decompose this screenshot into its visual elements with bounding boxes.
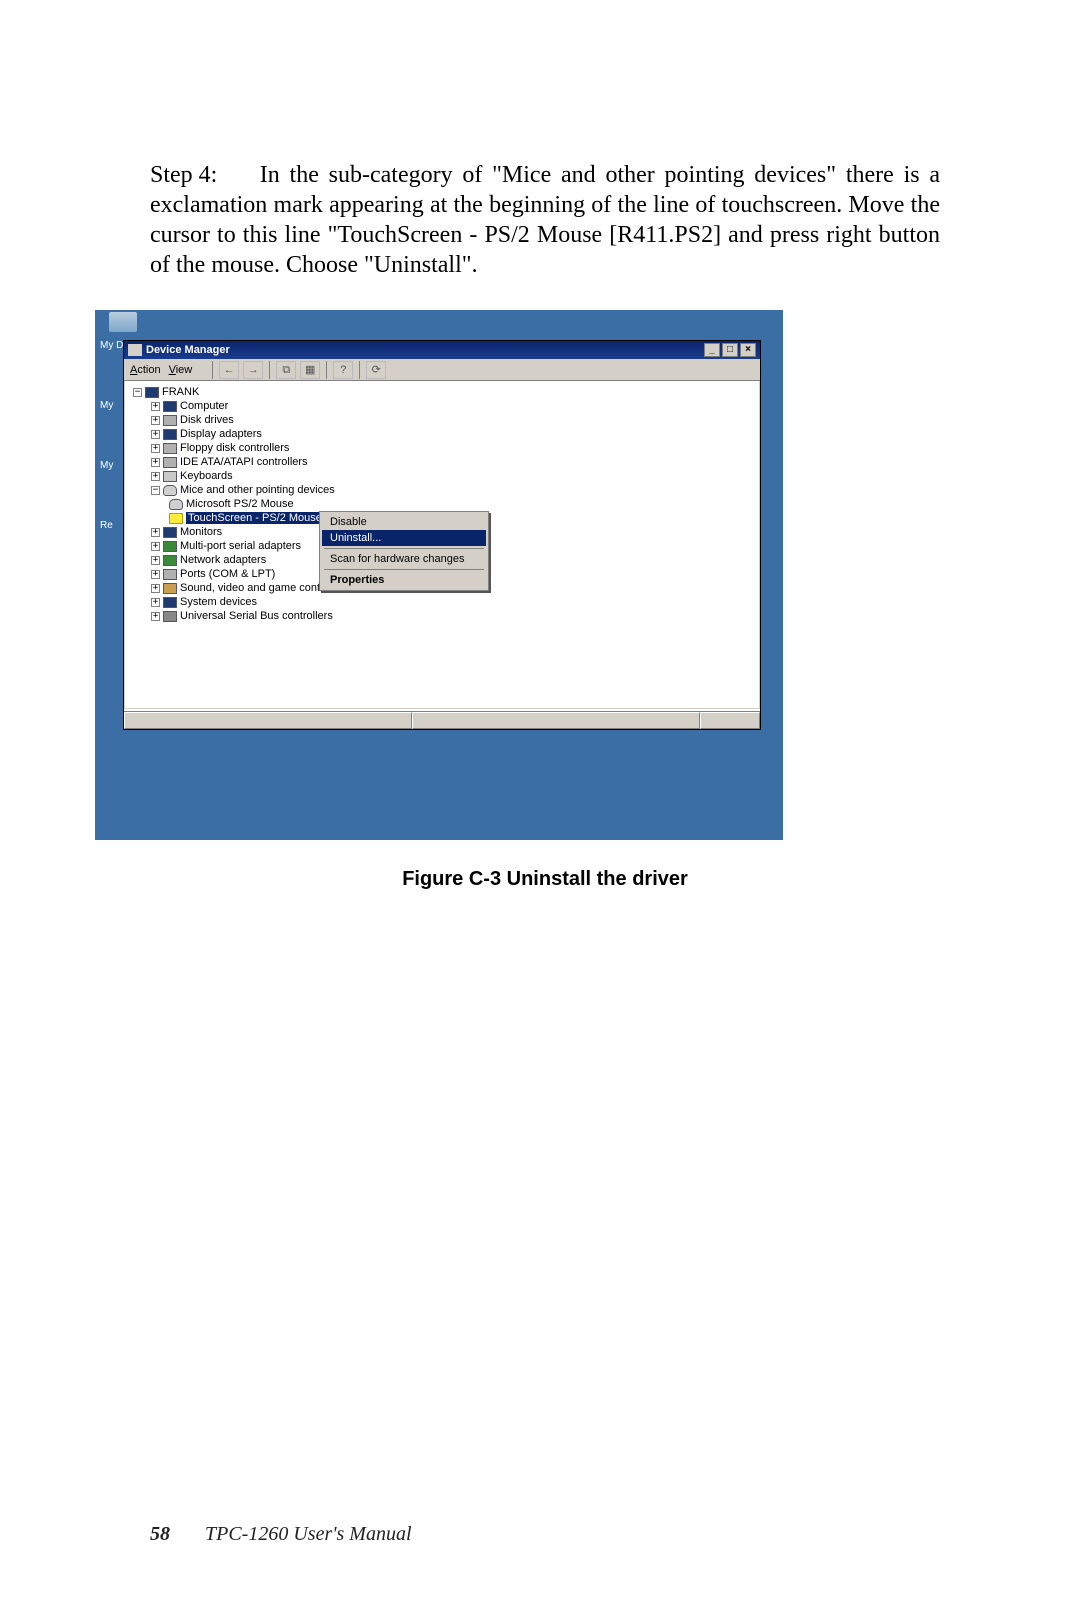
expand-toggle[interactable]: + (151, 584, 160, 593)
expand-toggle[interactable]: + (151, 430, 160, 439)
network-icon (163, 555, 177, 566)
menubar: Action View ← → ⧉ ▦ ? ⟳ (124, 359, 760, 381)
serial-icon (163, 541, 177, 552)
device-tree[interactable]: − FRANK + Computer + Disk drives + Display … (124, 381, 760, 709)
context-separator (324, 569, 484, 570)
computer-icon (163, 401, 177, 412)
warning-icon (169, 513, 183, 524)
ports-icon (163, 569, 177, 580)
usb-icon (163, 611, 177, 622)
tree-root[interactable]: − FRANK (133, 385, 753, 399)
desktop-system-icon (109, 312, 137, 332)
tree-label: Disk drives (180, 414, 234, 426)
tree-label: Monitors (180, 526, 222, 538)
keyboard-icon (163, 471, 177, 482)
tree-node[interactable]: + IDE ATA/ATAPI controllers (133, 455, 753, 469)
tree-label: IDE ATA/ATAPI controllers (180, 456, 308, 468)
tree-label: Computer (180, 400, 228, 412)
monitor-icon (163, 527, 177, 538)
menu-view[interactable]: View (169, 364, 193, 376)
screenshot: My D My My Re Device Manager _ □ × Actio… (95, 310, 783, 840)
context-menu: Disable Uninstall... Scan for hardware c… (319, 511, 489, 591)
tree-node[interactable]: + System devices (133, 595, 753, 609)
status-cell (124, 712, 412, 729)
context-item-uninstall[interactable]: Uninstall... (322, 530, 486, 546)
mouse-icon (163, 485, 177, 496)
tree-label: Keyboards (180, 470, 233, 482)
collapse-toggle[interactable]: − (133, 388, 142, 397)
page-footer: 58 TPC-1260 User's Manual (150, 1523, 412, 1546)
floppy-icon (163, 443, 177, 454)
prop-button[interactable]: ⧉ (276, 361, 296, 379)
tree-node[interactable]: + Disk drives (133, 413, 753, 427)
step-body: In the sub-category of "Mice and other p… (150, 162, 940, 278)
tree-root-label: FRANK (162, 386, 199, 398)
tree-label: Display adapters (180, 428, 262, 440)
tree-node[interactable]: + Display adapters (133, 427, 753, 441)
back-button[interactable]: ← (219, 361, 239, 379)
context-item-scan[interactable]: Scan for hardware changes (322, 551, 486, 567)
forward-button[interactable]: → (243, 361, 263, 379)
minimize-button[interactable]: _ (704, 343, 720, 357)
context-item-properties[interactable]: Properties (322, 572, 486, 588)
tree-node[interactable]: + Floppy disk controllers (133, 441, 753, 455)
context-item-disable[interactable]: Disable (322, 514, 486, 530)
device-manager-window: Device Manager _ □ × Action View ← → ⧉ ▦… (123, 340, 761, 730)
system-icon (163, 597, 177, 608)
maximize-button[interactable]: □ (722, 343, 738, 357)
refresh-button[interactable]: ⟳ (366, 361, 386, 379)
disk-icon (163, 415, 177, 426)
computer-icon (145, 387, 159, 398)
collapse-toggle[interactable]: − (151, 486, 160, 495)
statusbar (124, 711, 760, 729)
expand-toggle[interactable]: + (151, 402, 160, 411)
expand-toggle[interactable]: + (151, 416, 160, 425)
tree-node[interactable]: + Computer (133, 399, 753, 413)
help-button[interactable]: ? (333, 361, 353, 379)
menu-action[interactable]: Action (130, 364, 161, 376)
expand-toggle[interactable]: + (151, 556, 160, 565)
tree-label: Network adapters (180, 554, 266, 566)
toolbar: ← → ⧉ ▦ ? ⟳ (210, 361, 386, 379)
window-icon (128, 344, 142, 356)
tree-node[interactable]: + Universal Serial Bus controllers (133, 609, 753, 623)
close-button[interactable]: × (740, 343, 756, 357)
status-cell (412, 712, 700, 729)
tree-label: Multi-port serial adapters (180, 540, 301, 552)
tree-label: Floppy disk controllers (180, 442, 289, 454)
tree-label: Sound, video and game contro (180, 582, 330, 594)
step-paragraph: Step 4: In the sub-category of "Mice and… (150, 160, 940, 280)
tree-label: Universal Serial Bus controllers (180, 610, 333, 622)
expand-toggle[interactable]: + (151, 472, 160, 481)
tree-node[interactable]: + Keyboards (133, 469, 753, 483)
figure-caption: Figure C-3 Uninstall the driver (150, 868, 940, 891)
tree-label: Mice and other pointing devices (180, 484, 335, 496)
expand-toggle[interactable]: + (151, 444, 160, 453)
display-icon (163, 429, 177, 440)
expand-toggle[interactable]: + (151, 570, 160, 579)
window-title: Device Manager (146, 344, 230, 356)
titlebar[interactable]: Device Manager _ □ × (124, 341, 760, 359)
tree-label: System devices (180, 596, 257, 608)
expand-toggle[interactable]: + (151, 458, 160, 467)
footer-title: TPC-1260 User's Manual (205, 1523, 412, 1545)
tree-label: Ports (COM & LPT) (180, 568, 275, 580)
expand-toggle[interactable]: + (151, 528, 160, 537)
tree-child[interactable]: Microsoft PS/2 Mouse (133, 497, 753, 511)
sound-icon (163, 583, 177, 594)
tree-label: Microsoft PS/2 Mouse (186, 498, 294, 510)
grid-button[interactable]: ▦ (300, 361, 320, 379)
mouse-icon (169, 499, 183, 510)
tree-node-mice[interactable]: − Mice and other pointing devices (133, 483, 753, 497)
context-separator (324, 548, 484, 549)
status-cell (700, 712, 760, 729)
step-label: Step 4: (150, 160, 250, 190)
expand-toggle[interactable]: + (151, 598, 160, 607)
expand-toggle[interactable]: + (151, 542, 160, 551)
page-number: 58 (150, 1523, 170, 1545)
ide-icon (163, 457, 177, 468)
expand-toggle[interactable]: + (151, 612, 160, 621)
